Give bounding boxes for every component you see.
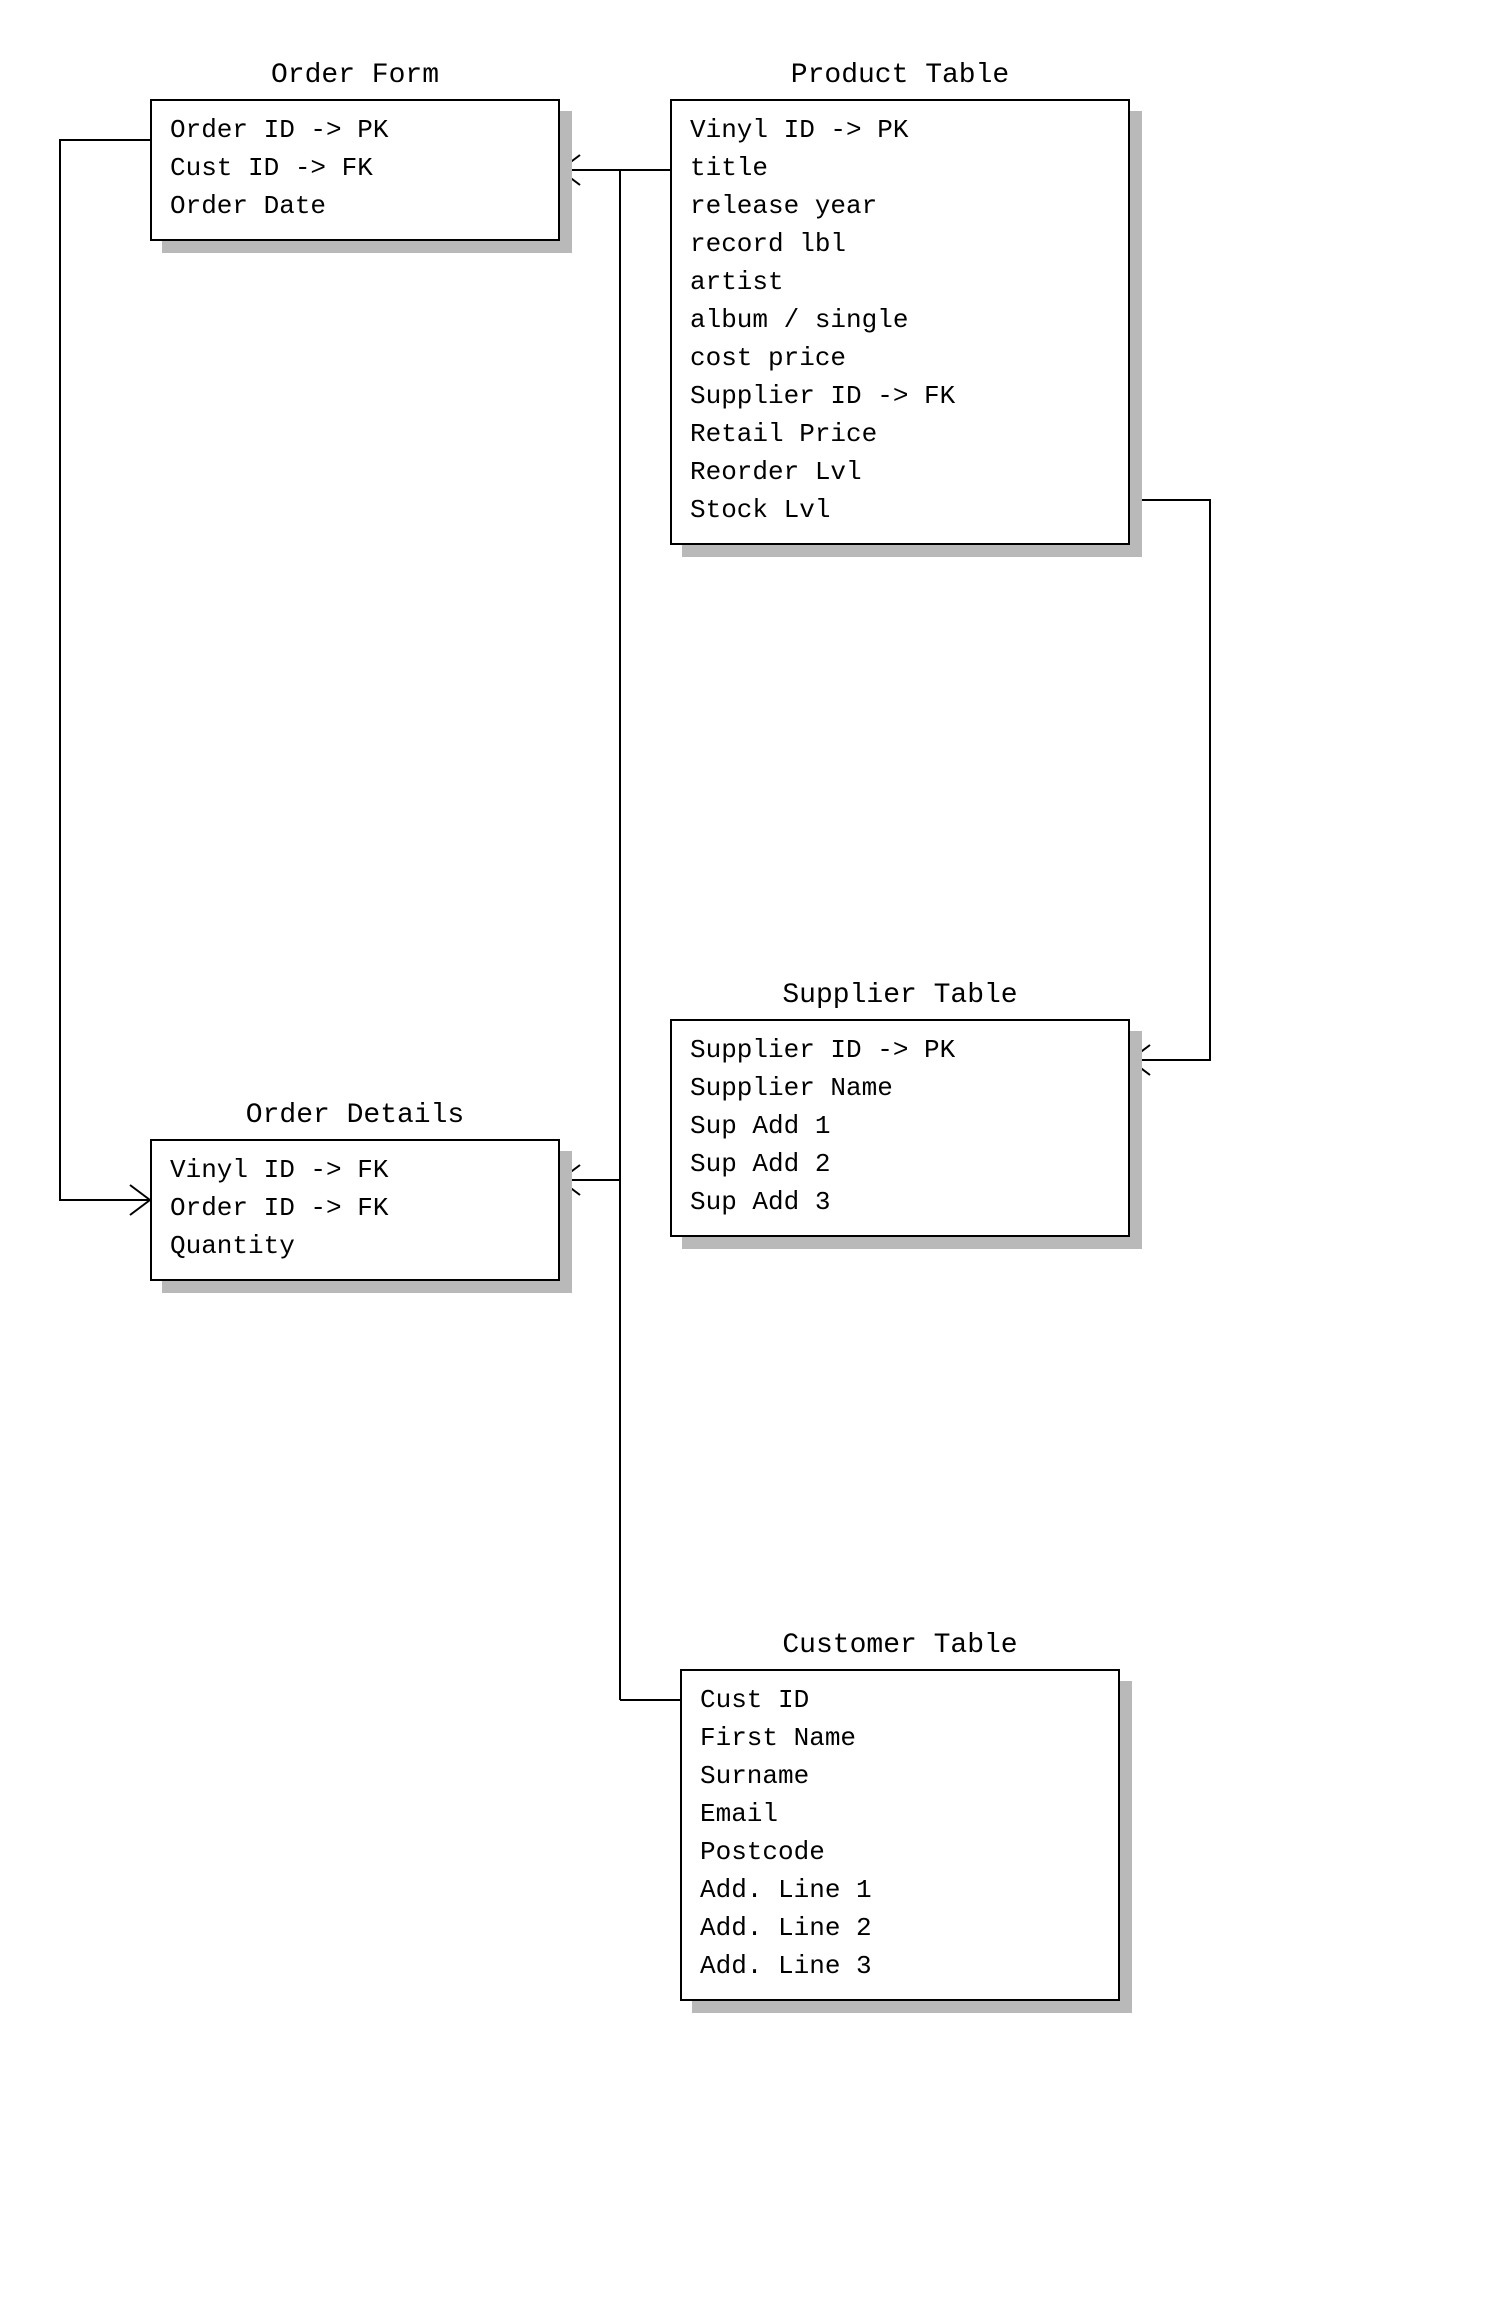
field: Supplier Name	[690, 1069, 1110, 1107]
field: record lbl	[690, 225, 1110, 263]
entity-box: Order ID -> PK Cust ID -> FK Order Date	[150, 99, 560, 241]
field: Retail Price	[690, 415, 1110, 453]
entity-title: Customer Table	[680, 1630, 1120, 1661]
field: Order Date	[170, 187, 540, 225]
field: Sup Add 1	[690, 1107, 1110, 1145]
field: Order ID -> FK	[170, 1189, 540, 1227]
field: album / single	[690, 301, 1110, 339]
field: Add. Line 2	[700, 1909, 1100, 1947]
entity-box: Vinyl ID -> PK title release year record…	[670, 99, 1130, 545]
field: Vinyl ID -> FK	[170, 1151, 540, 1189]
entity-product-table: Product Table Vinyl ID -> PK title relea…	[670, 60, 1130, 545]
field: Sup Add 3	[690, 1183, 1110, 1221]
field: Cust ID -> FK	[170, 149, 540, 187]
entity-supplier-table: Supplier Table Supplier ID -> PK Supplie…	[670, 980, 1130, 1237]
entity-title: Product Table	[670, 60, 1130, 91]
field: Email	[700, 1795, 1100, 1833]
entity-title: Order Details	[150, 1100, 560, 1131]
field: Cust ID	[700, 1681, 1100, 1719]
field: Supplier ID -> FK	[690, 377, 1110, 415]
field: Vinyl ID -> PK	[690, 111, 1110, 149]
entity-customer-table: Customer Table Cust ID First Name Surnam…	[680, 1630, 1120, 2001]
entity-order-form: Order Form Order ID -> PK Cust ID -> FK …	[150, 60, 560, 241]
field: release year	[690, 187, 1110, 225]
field: First Name	[700, 1719, 1100, 1757]
field: cost price	[690, 339, 1110, 377]
field: Order ID -> PK	[170, 111, 540, 149]
entity-box: Cust ID First Name Surname Email Postcod…	[680, 1669, 1120, 2001]
entity-title: Order Form	[150, 60, 560, 91]
entity-order-details: Order Details Vinyl ID -> FK Order ID ->…	[150, 1100, 560, 1281]
field: Sup Add 2	[690, 1145, 1110, 1183]
entity-box: Vinyl ID -> FK Order ID -> FK Quantity	[150, 1139, 560, 1281]
field: Quantity	[170, 1227, 540, 1265]
entity-box: Supplier ID -> PK Supplier Name Sup Add …	[670, 1019, 1130, 1237]
field: Postcode	[700, 1833, 1100, 1871]
field: Reorder Lvl	[690, 453, 1110, 491]
field: Add. Line 1	[700, 1871, 1100, 1909]
field: title	[690, 149, 1110, 187]
field: Supplier ID -> PK	[690, 1031, 1110, 1069]
field: Add. Line 3	[700, 1947, 1100, 1985]
entity-title: Supplier Table	[670, 980, 1130, 1011]
field: Surname	[700, 1757, 1100, 1795]
field: artist	[690, 263, 1110, 301]
field: Stock Lvl	[690, 491, 1110, 529]
er-diagram-canvas: Order Form Order ID -> PK Cust ID -> FK …	[0, 0, 1491, 2311]
